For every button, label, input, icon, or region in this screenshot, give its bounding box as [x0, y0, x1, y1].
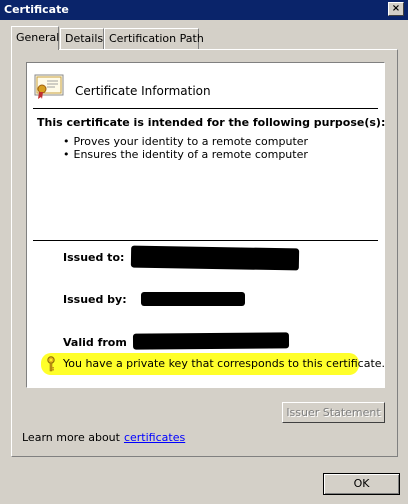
- certificate-info-title: Certificate Information: [75, 84, 211, 98]
- purpose-list: Proves your identity to a remote compute…: [63, 135, 309, 161]
- private-key-notice: You have a private key that corresponds …: [41, 353, 385, 375]
- redaction-bar: [132, 332, 290, 350]
- tab-certification-path[interactable]: Certification Path: [104, 28, 204, 49]
- learn-more: Learn more about certificates: [22, 431, 185, 444]
- key-icon: [47, 356, 55, 372]
- issued-to-label: Issued to:: [63, 251, 125, 264]
- certificate-dialog: Certificate × General Details Certificat…: [0, 0, 408, 504]
- redaction-bar: [141, 292, 245, 306]
- private-key-text: You have a private key that corresponds …: [63, 357, 386, 370]
- purpose-heading: This certificate is intended for the fol…: [37, 116, 386, 129]
- ok-button[interactable]: OK: [323, 473, 400, 495]
- certificates-link[interactable]: certificates: [124, 431, 185, 444]
- purpose-item: Ensures the identity of a remote compute…: [63, 148, 308, 161]
- tab-general[interactable]: General: [11, 26, 59, 50]
- purpose-item: Proves your identity to a remote compute…: [63, 135, 309, 148]
- tab-details[interactable]: Details: [60, 28, 104, 49]
- separator: [33, 108, 378, 109]
- issuer-statement-button[interactable]: Issuer Statement: [282, 402, 385, 423]
- valid-from-label: Valid from: [63, 336, 127, 349]
- separator: [33, 240, 378, 241]
- close-button[interactable]: ×: [388, 2, 404, 16]
- certificate-icon: [34, 74, 64, 99]
- window-title: Certificate: [4, 3, 69, 16]
- issued-by-label: Issued by:: [63, 293, 127, 306]
- general-tab-panel: Certificate Information This certificate…: [11, 49, 398, 457]
- title-bar: Certificate ×: [0, 0, 408, 20]
- learn-more-text: Learn more about: [22, 431, 120, 444]
- certificate-info-box: Certificate Information This certificate…: [26, 62, 385, 388]
- redaction-bar: [130, 245, 300, 271]
